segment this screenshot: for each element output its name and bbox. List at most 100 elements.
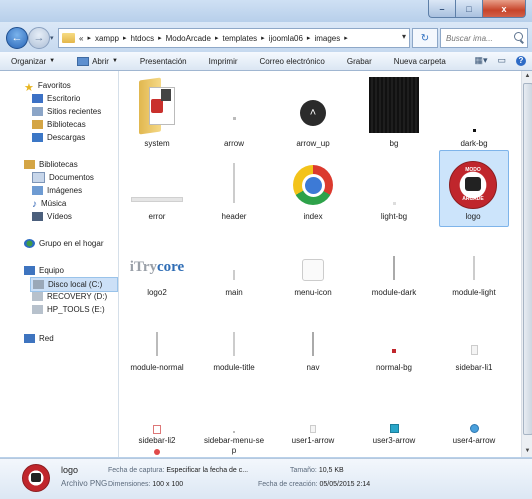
scrollbar-thumb[interactable] — [523, 83, 532, 435]
file-item[interactable]: module-light — [438, 246, 510, 301]
file-item[interactable]: user3-arrow — [358, 401, 430, 457]
file-item[interactable]: iTrycore logo2 — [121, 246, 193, 301]
search-icon[interactable] — [514, 32, 523, 41]
nav-downloads[interactable]: Descargas — [32, 131, 85, 144]
file-item[interactable]: main — [198, 246, 270, 301]
breadcrumb-item[interactable]: ijoomla06 — [269, 34, 303, 43]
music-icon: ♪ — [32, 199, 37, 210]
nav-music[interactable]: ♪ Música — [32, 197, 66, 210]
nav-pictures[interactable]: Imágenes — [32, 184, 82, 197]
nav-drive-e[interactable]: HP_TOOLS (E:) — [32, 303, 105, 316]
details-value[interactable]: Especificar la fecha de c... — [166, 467, 248, 474]
file-item[interactable]: arrow — [198, 76, 270, 156]
chevron-right-icon[interactable]: ▸ — [307, 34, 311, 42]
nav-label: Escritorio — [47, 94, 81, 103]
file-name: logo2 — [147, 288, 167, 297]
details-value[interactable]: 05/05/2015 2:14 — [320, 481, 371, 488]
file-name: module-dark — [371, 288, 417, 297]
burn-label: Grabar — [346, 56, 372, 66]
breadcrumb-item[interactable]: xampp — [95, 34, 119, 43]
chevron-right-icon[interactable]: ▸ — [344, 34, 348, 42]
address-bar[interactable]: « ▸ xampp ▸ htdocs ▸ ModoArcade ▸ templa… — [58, 28, 410, 48]
scroll-up-icon[interactable]: ▲ — [524, 73, 531, 80]
nav-recent-places[interactable]: Sitios recientes — [32, 105, 101, 118]
scroll-down-icon[interactable]: ▼ — [524, 448, 531, 455]
file-item-selected[interactable]: MODO ARCADE logo — [437, 156, 509, 226]
file-item[interactable]: nav — [277, 323, 349, 378]
refresh-button[interactable]: ↻ — [412, 28, 438, 48]
breadcrumb-item[interactable]: images — [314, 34, 340, 43]
file-item[interactable]: index — [277, 156, 349, 226]
nav-drive-d[interactable]: RECOVERY (D:) — [32, 290, 107, 303]
file-item[interactable]: ˄ arrow_up — [277, 76, 349, 156]
chevron-right-icon[interactable]: ▸ — [123, 34, 127, 42]
file-item[interactable]: normal-bg — [358, 323, 430, 378]
breadcrumb-item[interactable]: templates — [222, 34, 257, 43]
recent-pages-dropdown[interactable]: ▾ — [50, 34, 54, 42]
folder-thumbnail — [121, 76, 193, 135]
nav-libraries-favorite[interactable]: Bibliotecas — [32, 118, 86, 131]
logo-text-top: MODO — [465, 167, 481, 173]
logo2-wordmark: iTrycore — [129, 258, 185, 275]
nav-network[interactable]: Red — [24, 332, 54, 345]
nav-label: Sitios recientes — [47, 107, 102, 116]
nav-homegroup[interactable]: Grupo en el hogar — [24, 237, 104, 250]
file-item[interactable]: module-normal — [121, 323, 193, 378]
nav-favorites[interactable]: ★ Favoritos — [24, 79, 71, 94]
file-item[interactable]: dark-bg — [438, 76, 510, 156]
help-icon[interactable]: ? — [516, 55, 526, 66]
address-dropdown-icon[interactable]: ▾ — [402, 32, 406, 41]
maximize-button[interactable]: □ — [455, 0, 482, 18]
back-button[interactable]: ← — [6, 27, 28, 49]
navigation-pane: ★ Favoritos Escritorio Sitios recientes B… — [0, 71, 119, 457]
file-item[interactable]: header — [198, 156, 270, 226]
burn-button[interactable]: Grabar — [336, 57, 383, 66]
print-button[interactable]: Imprimir — [198, 57, 249, 66]
email-button[interactable]: Correo electrónico — [249, 57, 336, 66]
chevron-right-icon[interactable]: ▸ — [215, 34, 219, 42]
close-button[interactable]: x — [482, 0, 526, 18]
chevron-right-icon[interactable]: ▸ — [261, 34, 265, 42]
drive-icon — [33, 280, 44, 289]
image-thumbnail — [438, 246, 510, 288]
file-name: index — [303, 212, 323, 221]
file-name: user1-arrow — [291, 436, 335, 445]
file-item[interactable]: error — [121, 156, 193, 226]
details-key: Fecha de captura: — [108, 467, 165, 474]
organize-menu[interactable]: Organizar ▼ — [0, 57, 66, 66]
file-item[interactable]: module-title — [198, 323, 270, 378]
view-options-icon[interactable]: ▦▾ — [474, 55, 487, 66]
search-box[interactable] — [440, 28, 528, 48]
file-item[interactable]: menu-icon — [277, 246, 349, 301]
file-item[interactable]: user1-arrow — [277, 401, 349, 457]
minimize-button[interactable]: – — [428, 0, 455, 18]
chevron-right-icon[interactable]: ▸ — [87, 34, 91, 42]
breadcrumb-item[interactable]: ModoArcade — [166, 34, 211, 43]
nav-videos[interactable]: Vídeos — [32, 210, 72, 223]
organize-label: Organizar — [11, 56, 47, 66]
breadcrumb-item[interactable]: htdocs — [131, 34, 155, 43]
chevron-right-icon[interactable]: ▸ — [158, 34, 162, 42]
file-item[interactable]: user4-arrow — [438, 401, 510, 457]
nav-libraries[interactable]: Bibliotecas — [24, 158, 78, 171]
nav-desktop[interactable]: Escritorio — [32, 92, 80, 105]
nav-documents[interactable]: Documentos — [32, 171, 94, 184]
file-item[interactable]: module-dark — [358, 246, 430, 301]
breadcrumb-overflow[interactable]: « — [79, 34, 83, 43]
vertical-scrollbar[interactable]: ▲ ▼ — [521, 71, 532, 457]
logo-badge: MODO ARCADE — [449, 161, 497, 209]
nav-computer[interactable]: Equipo — [24, 264, 64, 277]
open-button[interactable]: Abrir ▼ — [66, 56, 129, 66]
file-item[interactable]: system — [121, 76, 193, 156]
new-folder-button[interactable]: Nueva carpeta — [383, 57, 457, 66]
file-item[interactable]: sidebar-menu-se p — [198, 401, 270, 457]
file-item[interactable]: sidebar-li2 — [121, 401, 193, 457]
search-input[interactable] — [444, 32, 512, 44]
file-name: module-title — [213, 363, 255, 372]
file-item[interactable]: bg — [358, 76, 430, 156]
preview-pane-icon[interactable]: ▭ — [497, 55, 506, 66]
file-item[interactable]: light-bg — [358, 156, 430, 226]
file-item[interactable]: sidebar-li1 — [438, 323, 510, 378]
forward-button[interactable]: → — [28, 27, 50, 49]
slideshow-button[interactable]: Presentación — [129, 57, 198, 66]
